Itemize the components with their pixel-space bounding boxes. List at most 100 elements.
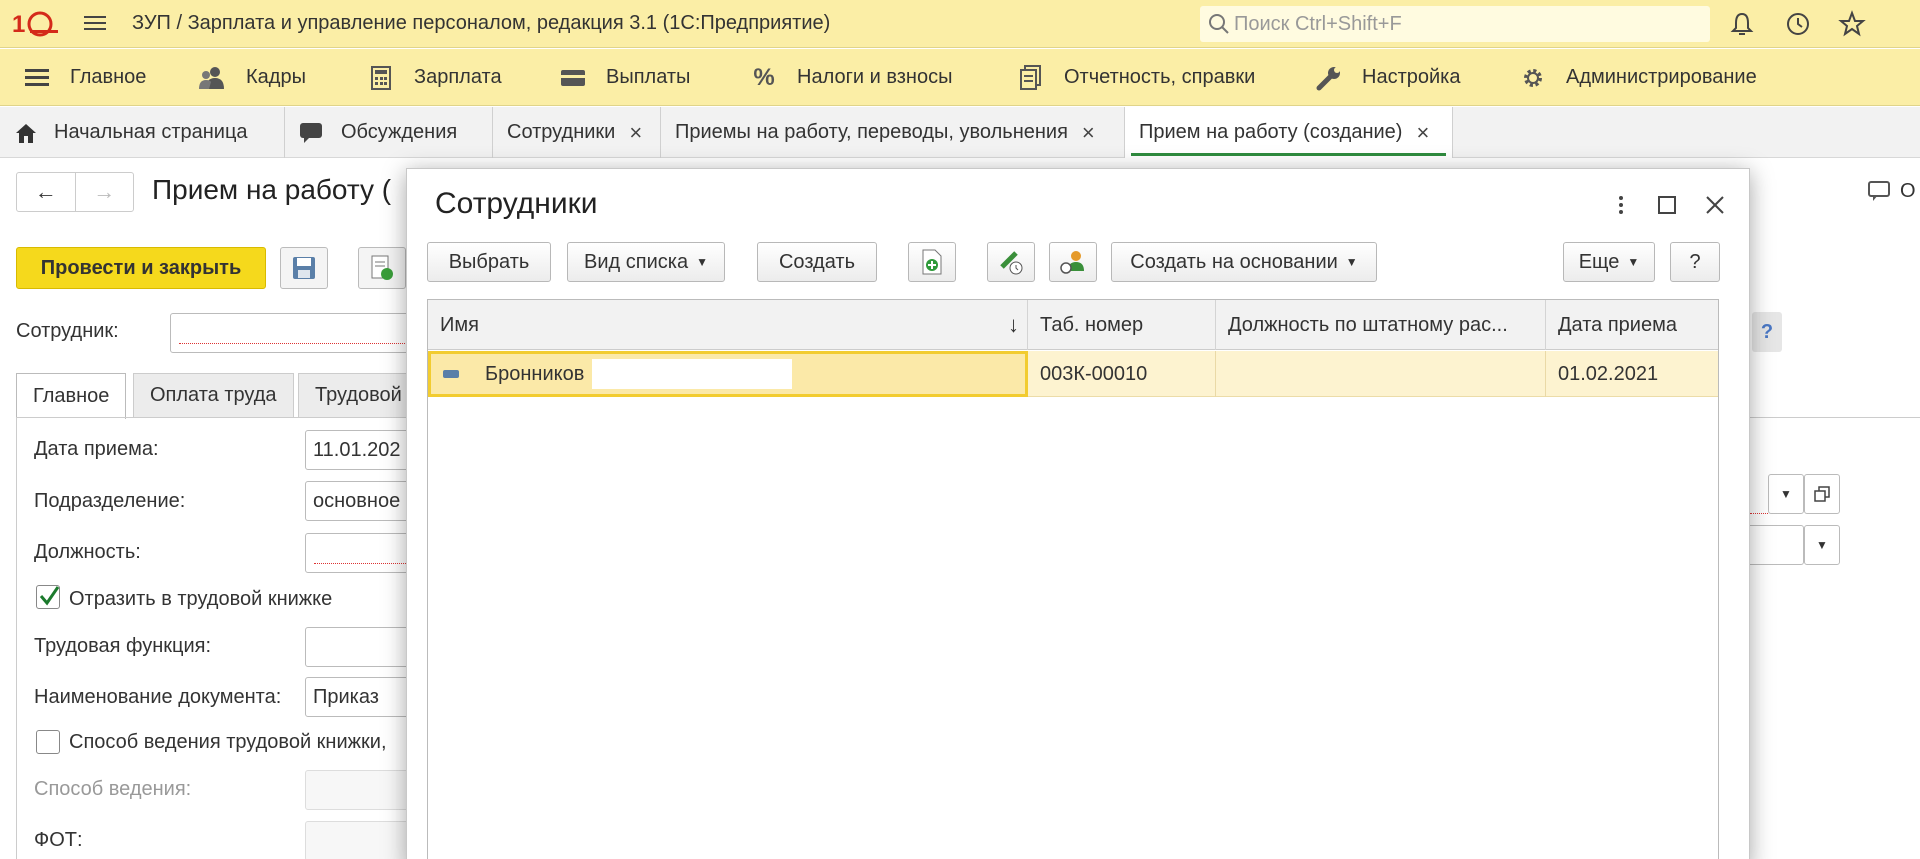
section-main[interactable]: Главное <box>22 49 146 106</box>
caret-down-icon: ▼ <box>696 255 708 269</box>
employee-label: Сотрудник: <box>16 320 119 342</box>
search-placeholder: Поиск Ctrl+Shift+F <box>1234 12 1402 35</box>
section-label: Кадры <box>246 66 306 88</box>
svg-text:1: 1 <box>12 11 25 38</box>
close-icon[interactable]: × <box>1416 120 1429 146</box>
app-title: ЗУП / Зарплата и управление персоналом, … <box>132 12 831 34</box>
search-input[interactable]: Поиск Ctrl+Shift+F <box>1200 6 1710 42</box>
1c-logo-icon[interactable]: 1 <box>10 8 60 40</box>
close-icon[interactable] <box>1701 191 1729 219</box>
tab-hire-create[interactable]: Прием на работу (создание) × <box>1125 107 1453 158</box>
right-link[interactable]: О <box>1900 180 1916 203</box>
comment-icon[interactable] <box>1868 180 1894 204</box>
section-label: Выплаты <box>606 66 691 88</box>
sections-panel: Главное Кадры Зарплата Выплаты % Налоги … <box>0 49 1920 106</box>
section-label: Главное <box>70 66 147 88</box>
fot-label: ФОТ: <box>34 829 83 851</box>
close-icon[interactable]: × <box>1082 120 1095 146</box>
wallet-icon <box>558 63 588 93</box>
tab-label: Обсуждения <box>341 121 458 143</box>
button-label: Создать на основании <box>1130 250 1338 273</box>
calculator-icon <box>366 63 396 93</box>
record-book-checkbox[interactable] <box>36 585 60 609</box>
open-icon[interactable] <box>1804 474 1840 514</box>
open-tabs-bar: Начальная страница Обсуждения Сотрудники… <box>0 107 1920 158</box>
dropdown-icon[interactable]: ▼ <box>1768 474 1804 514</box>
section-taxes[interactable]: % Налоги и взносы <box>749 49 952 106</box>
checkmark-icon <box>39 586 60 606</box>
column-header-position[interactable]: Должность по штатному рас... <box>1216 300 1546 350</box>
form-tab-labor[interactable]: Трудовой <box>298 373 419 417</box>
form-tab-main[interactable]: Главное <box>16 373 127 419</box>
maximize-icon[interactable] <box>1653 191 1681 219</box>
form-tab-payment[interactable]: Оплата труда <box>133 373 294 417</box>
bell-icon[interactable] <box>1728 10 1756 38</box>
column-header-name[interactable]: Имя ↓ <box>428 300 1028 350</box>
section-hr[interactable]: Кадры <box>198 49 306 106</box>
create-button[interactable]: Создать <box>757 242 877 282</box>
tab-label: Приемы на работу, переводы, увольнения <box>675 121 1068 143</box>
column-header-hire-date[interactable]: Дата приема <box>1546 300 1720 350</box>
tab-home[interactable]: Начальная страница <box>0 107 285 158</box>
section-label: Администрирование <box>1566 66 1757 88</box>
menu-icon[interactable] <box>84 12 106 34</box>
list-view-button[interactable]: Вид списка ▼ <box>567 242 725 282</box>
nav-buttons: ← → <box>16 172 134 212</box>
section-reports[interactable]: Отчетность, справки <box>1016 49 1255 106</box>
tab-employees[interactable]: Сотрудники × <box>493 107 661 158</box>
employees-table: Имя ↓ Таб. номер Должность по штатному р… <box>427 299 1719 859</box>
menu-lines-icon <box>22 63 52 93</box>
more-vert-icon[interactable] <box>1607 191 1635 219</box>
history-icon[interactable] <box>1784 10 1812 38</box>
tab-discussions[interactable]: Обсуждения <box>285 107 493 158</box>
section-settings[interactable]: Настройка <box>1314 49 1460 106</box>
tab-hirings[interactable]: Приемы на работу, переводы, увольнения × <box>661 107 1125 158</box>
gear-icon <box>1518 63 1548 93</box>
cell-position[interactable] <box>1216 351 1546 397</box>
tab-label: Прием на работу (создание) <box>1139 121 1403 143</box>
employee-input[interactable] <box>170 313 430 353</box>
forward-arrow-icon[interactable]: → <box>76 173 134 211</box>
column-header-tab-no[interactable]: Таб. номер <box>1028 300 1216 350</box>
labor-function-label: Трудовая функция: <box>34 635 212 657</box>
caret-down-icon: ▼ <box>1627 255 1640 269</box>
close-icon[interactable]: × <box>629 120 642 146</box>
cell-hire-date[interactable]: 01.02.2021 <box>1546 351 1720 397</box>
copy-button[interactable] <box>908 242 956 282</box>
edit-history-button[interactable] <box>987 242 1035 282</box>
create-based-button[interactable]: Создать на основании ▼ <box>1111 242 1377 282</box>
section-admin[interactable]: Администрирование <box>1518 49 1757 106</box>
section-label: Налоги и взносы <box>797 66 953 88</box>
post-and-close-button[interactable]: Провести и закрыть <box>16 247 266 289</box>
select-button[interactable]: Выбрать <box>427 242 551 282</box>
title-bar: 1 ЗУП / Зарплата и управление персоналом… <box>0 0 1920 48</box>
record-method-label: Способ ведения: <box>34 778 192 800</box>
caret-down-icon: ▼ <box>1345 255 1358 269</box>
star-icon[interactable] <box>1838 10 1866 38</box>
cell-name[interactable]: Бронников <box>428 351 1028 397</box>
more-button[interactable]: Еще ▼ <box>1563 242 1655 282</box>
employee-link-button[interactable] <box>1049 242 1097 282</box>
document-post-icon <box>371 255 393 280</box>
back-arrow-icon[interactable]: ← <box>17 173 76 211</box>
record-book-label: Отразить в трудовой книжке <box>69 588 333 610</box>
post-button[interactable] <box>358 247 406 289</box>
help-button[interactable]: ? <box>1670 242 1720 282</box>
save-button[interactable] <box>280 247 328 289</box>
table-row[interactable]: Бронников 003К-00010 01.02.2021 <box>428 351 1718 397</box>
tab-label: Начальная страница <box>54 121 248 143</box>
save-icon <box>293 257 315 279</box>
cell-tab-no[interactable]: 003К-00010 <box>1028 351 1216 397</box>
doc-name-label: Наименование документа: <box>34 686 282 708</box>
pencil-clock-icon <box>1000 251 1023 275</box>
record-method-check-label: Способ ведения трудовой книжки, <box>69 731 387 753</box>
dropdown-icon[interactable]: ▼ <box>1804 525 1840 565</box>
help-icon[interactable]: ? <box>1752 312 1782 352</box>
section-salary[interactable]: Зарплата <box>366 49 502 106</box>
employee-name: Бронников <box>485 362 585 385</box>
section-payments[interactable]: Выплаты <box>558 49 690 106</box>
record-method-checkbox[interactable] <box>36 730 60 754</box>
people-icon <box>198 63 228 93</box>
add-document-icon <box>922 249 942 275</box>
column-label: Имя <box>440 313 479 336</box>
